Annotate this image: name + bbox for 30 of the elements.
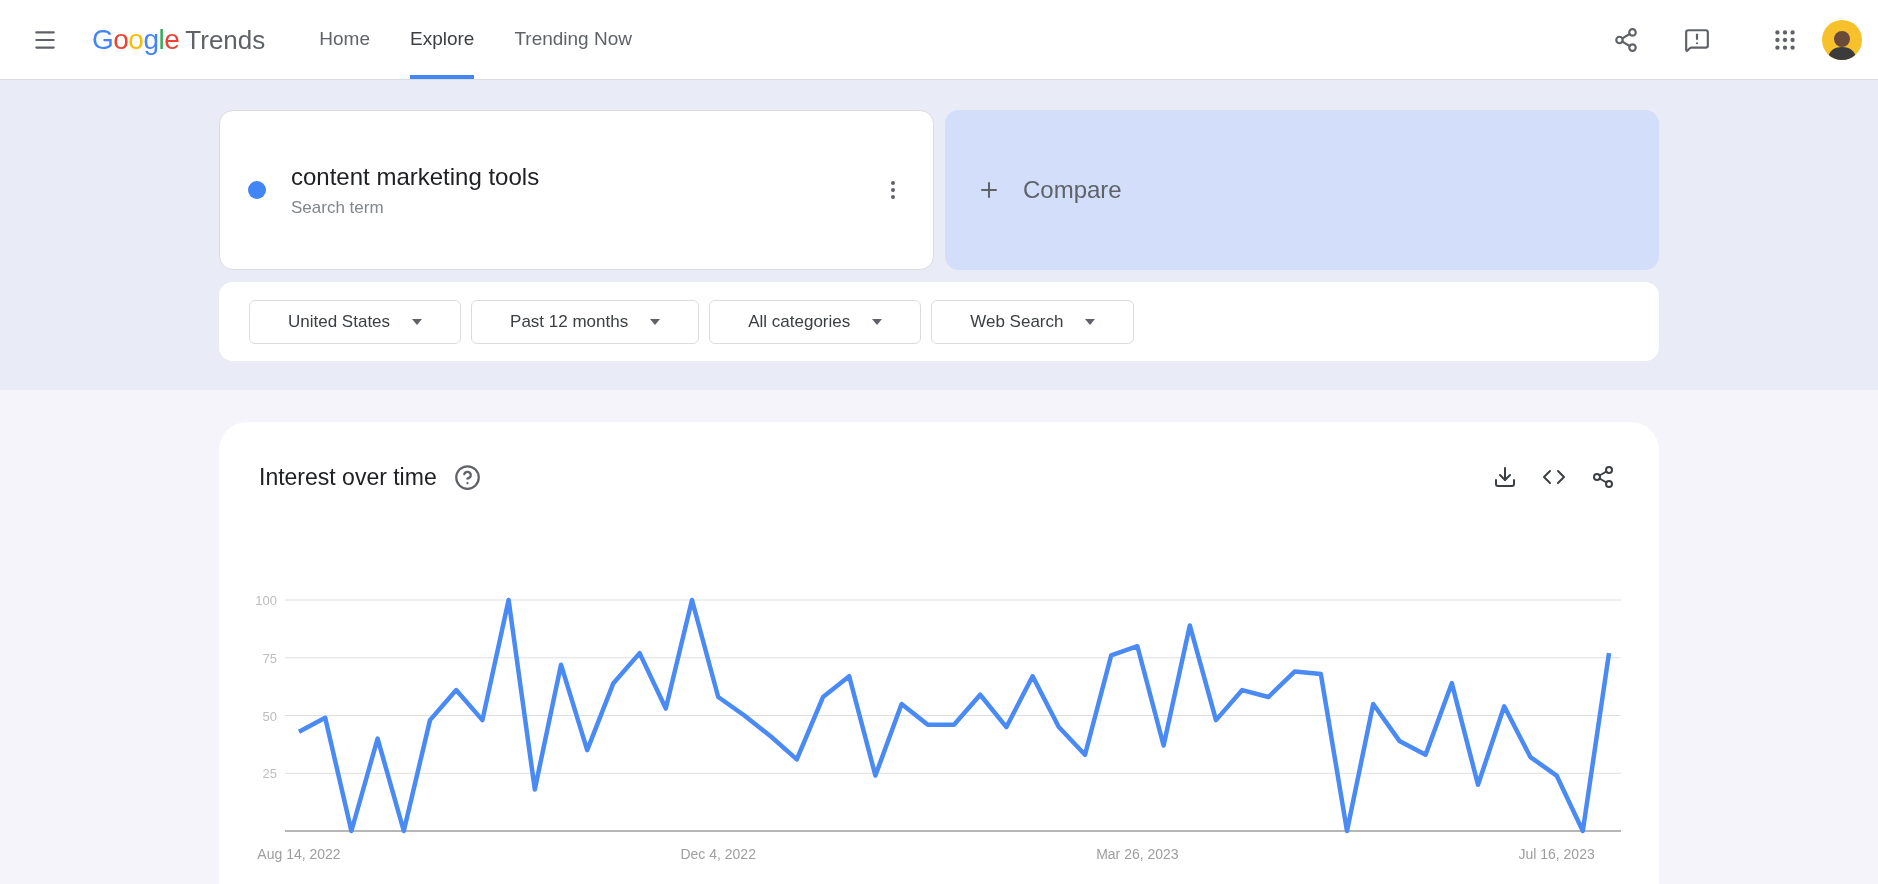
filter-dropdown[interactable]: United States	[249, 299, 462, 344]
x-tick-label: Jul 16, 2023	[1518, 845, 1595, 862]
dropdown-caret-icon	[650, 318, 661, 325]
x-tick-label: Dec 4, 2022	[680, 845, 756, 862]
x-tick-label: Mar 26, 2023	[1096, 845, 1179, 862]
dropdown-caret-icon	[412, 318, 423, 325]
x-tick-label: Aug 14, 2022	[257, 845, 341, 862]
nav-tab[interactable]: Trending Now	[514, 0, 632, 79]
y-tick-label: 25	[262, 765, 277, 781]
search-term[interactable]: content marketing tools	[291, 159, 540, 196]
share-icon[interactable]	[1591, 465, 1615, 490]
feedback-icon[interactable]	[1684, 26, 1710, 53]
product-name: Trends	[185, 23, 266, 57]
filter-dropdown[interactable]: All categories	[709, 299, 922, 344]
dropdown-caret-icon	[872, 318, 883, 325]
card-title: Interest over time	[259, 463, 437, 492]
share-icon[interactable]	[1613, 26, 1639, 53]
y-tick-label: 50	[262, 708, 277, 723]
nav-tab[interactable]: Home	[319, 0, 370, 79]
avatar[interactable]	[1822, 19, 1862, 60]
filter-dropdown[interactable]: Past 12 months	[471, 299, 700, 344]
search-term-subtitle: Search term	[291, 197, 385, 220]
y-tick-label: 75	[262, 650, 277, 666]
y-tick-label: 100	[255, 592, 277, 608]
compare-button[interactable]: Compare	[945, 110, 1659, 270]
help-icon[interactable]	[453, 463, 481, 491]
download-icon[interactable]	[1493, 465, 1517, 490]
dropdown-caret-icon	[1085, 318, 1096, 325]
filter-dropdown[interactable]: Web Search	[931, 299, 1135, 344]
google-logo: Google	[92, 22, 180, 57]
